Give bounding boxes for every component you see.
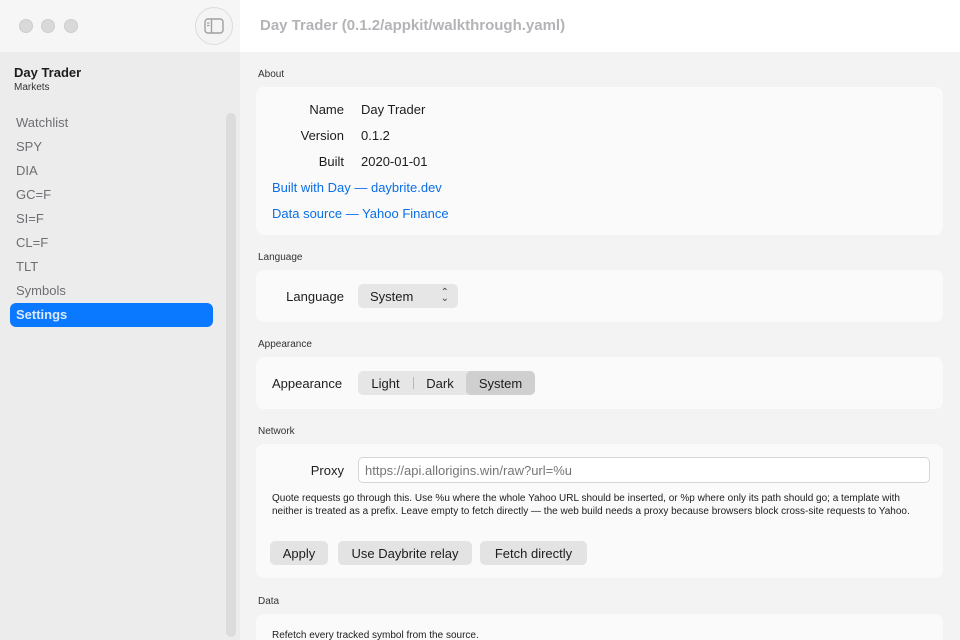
sidebar-item-spy[interactable]: SPY [10, 135, 213, 159]
section-label-data: Data [258, 596, 280, 607]
window-zoom-button[interactable] [64, 19, 78, 33]
sidebar-item-symbols[interactable]: Symbols [10, 279, 213, 303]
appearance-card: Appearance Light Dark System [256, 357, 943, 409]
about-name-key: Name [309, 102, 344, 117]
sidebar-nav: Watchlist SPY DIA GC=F SI=F CL=F TLT Sym… [10, 111, 213, 327]
language-select[interactable]: System ⌃ ⌄ [358, 284, 458, 308]
window-minimize-button[interactable] [41, 19, 55, 33]
appearance-option-light[interactable]: Light [358, 371, 413, 395]
sidebar-titlebar [0, 0, 240, 52]
proxy-help-text: Quote requests go through this. Use %u w… [272, 493, 910, 517]
app-name: Day Trader [14, 65, 82, 80]
sidebar-scrollbar[interactable] [226, 113, 236, 637]
proxy-label: Proxy [310, 463, 344, 478]
network-card: Proxy Quote requests go through this. Us… [256, 444, 943, 578]
data-card: Refetch every tracked symbol from the so… [256, 614, 943, 640]
about-version-key: Version [300, 128, 344, 143]
language-select-value: System [370, 288, 414, 304]
about-built-value: 2020-01-01 [361, 154, 428, 169]
sidebar-item-si[interactable]: SI=F [10, 207, 213, 231]
app-subtitle: Markets [14, 82, 50, 93]
sidebar-item-dia[interactable]: DIA [10, 159, 213, 183]
sidebar-icon [204, 18, 224, 34]
built-with-link[interactable]: Built with Day — daybrite.dev [272, 180, 442, 195]
appearance-segmented-control: Light Dark System [358, 371, 535, 395]
apply-button[interactable]: Apply [270, 541, 328, 565]
window-title: Day Trader (0.1.2/appkit/walkthrough.yam… [260, 17, 566, 34]
about-card: Name Day Trader Version 0.1.2 Built 2020… [256, 87, 943, 235]
data-source-link[interactable]: Data source — Yahoo Finance [272, 206, 449, 221]
use-daybrite-relay-button[interactable]: Use Daybrite relay [338, 541, 472, 565]
proxy-input[interactable] [358, 457, 930, 483]
section-label-network: Network [258, 426, 295, 437]
window-close-button[interactable] [19, 19, 33, 33]
sidebar-item-settings[interactable]: Settings [10, 303, 213, 327]
chevron-updown-icon: ⌃ ⌄ [440, 287, 449, 304]
about-version-value: 0.1.2 [361, 128, 390, 143]
about-built-key: Built [318, 154, 344, 169]
appearance-option-system[interactable]: System [466, 371, 535, 395]
sidebar-item-gc[interactable]: GC=F [10, 183, 213, 207]
section-label-about: About [258, 69, 285, 80]
language-label: Language [286, 289, 344, 304]
section-label-language: Language [258, 252, 303, 263]
appearance-label: Appearance [272, 376, 343, 391]
sidebar-item-tlt[interactable]: TLT [10, 255, 213, 279]
refetch-text: Refetch every tracked symbol from the so… [272, 630, 479, 640]
fetch-directly-button[interactable]: Fetch directly [480, 541, 587, 565]
section-label-appearance: Appearance [258, 339, 312, 350]
language-card: Language System ⌃ ⌄ [256, 270, 943, 322]
sidebar-item-cl[interactable]: CL=F [10, 231, 213, 255]
sidebar: Day Trader Markets Watchlist SPY DIA GC=… [0, 0, 240, 640]
main-titlebar: Day Trader (0.1.2/appkit/walkthrough.yam… [240, 0, 960, 52]
sidebar-toggle-button[interactable] [195, 7, 233, 45]
sidebar-item-watchlist[interactable]: Watchlist [10, 111, 213, 135]
about-name-value: Day Trader [361, 102, 426, 117]
settings-content: About Name Day Trader Version 0.1.2 Buil… [240, 52, 960, 640]
appearance-option-dark[interactable]: Dark [414, 371, 466, 395]
